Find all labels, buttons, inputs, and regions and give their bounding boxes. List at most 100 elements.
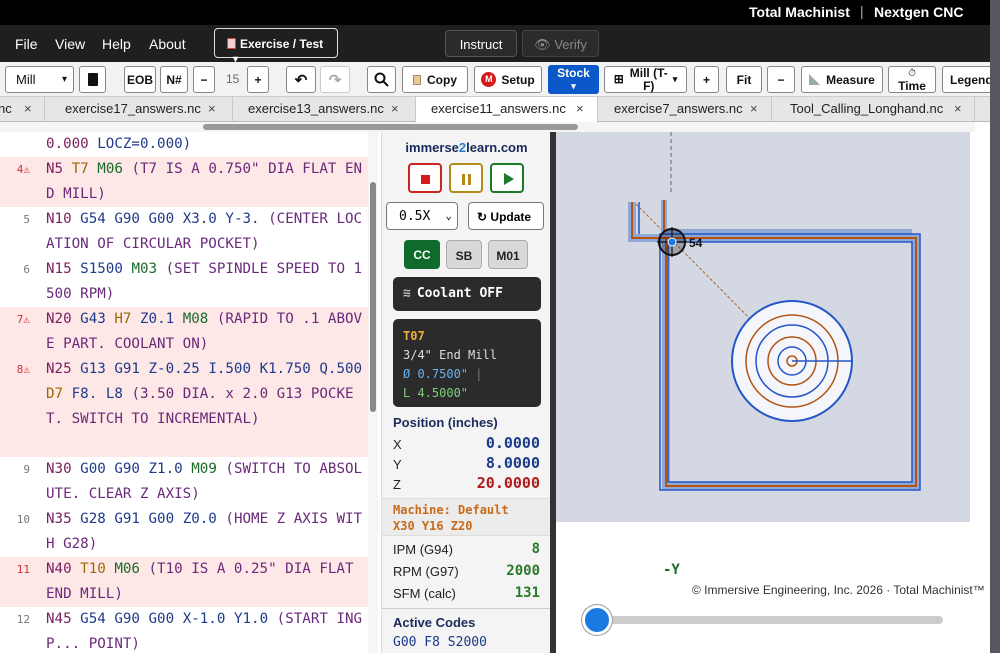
copy-button[interactable]: Copy <box>402 66 468 93</box>
zoom-in-button[interactable]: + <box>694 66 719 93</box>
chevron-down-icon: ▾ <box>61 74 67 85</box>
update-button[interactable]: ↻ Update <box>468 202 544 230</box>
close-icon[interactable]: × <box>576 101 584 116</box>
tab-partial[interactable]: nc × <box>0 97 45 121</box>
menu-view[interactable]: View <box>55 36 85 52</box>
brand-part: learn.com <box>466 140 528 155</box>
tab-exercise17[interactable]: exercise17_answers.nc × <box>45 97 233 121</box>
code-line[interactable]: 6 N15 S1500 M03 (SET SPINDLE SPEED TO 150… <box>0 257 368 307</box>
play-button[interactable] <box>490 163 524 193</box>
tab-tool-calling[interactable]: Tool_Calling_Longhand.nc × <box>772 97 975 121</box>
close-icon[interactable]: × <box>391 101 399 116</box>
brand-link[interactable]: immerse2learn.com <box>382 140 551 155</box>
code-line[interactable]: 5 N10 G54 G90 G00 X3.0 Y-3. (CENTER LOCAT… <box>0 207 368 257</box>
code-text: N5 T7 M06 (T7 IS A 0.750" DIA FLAT END M… <box>46 161 363 202</box>
instruct-button[interactable]: Instruct <box>445 30 517 57</box>
exercise-test-label: Exercise / Test <box>240 37 324 51</box>
code-line[interactable]: 9 N30 G00 G90 Z1.0 M09 (SWITCH TO ABSOLUT… <box>0 457 368 507</box>
increment-button[interactable]: + <box>247 66 269 93</box>
increment-label: + <box>254 72 262 87</box>
eob-button[interactable]: EOB <box>124 66 156 93</box>
fit-button[interactable]: Fit <box>726 66 762 93</box>
sfm-label: SFM (calc) <box>393 586 456 601</box>
legend-button[interactable]: Legend <box>942 66 990 93</box>
tool-diameter: Ø 0.7500" <box>403 367 469 381</box>
menu-help[interactable]: Help <box>102 36 131 52</box>
tab-exercise11[interactable]: exercise11_answers.nc × <box>416 97 598 122</box>
setup-button[interactable]: M Setup <box>474 66 542 93</box>
sb-toggle[interactable]: SB <box>446 240 482 269</box>
m01-toggle[interactable]: M01 <box>488 240 528 269</box>
undo-icon: ↶ <box>294 71 308 89</box>
close-icon[interactable]: × <box>208 101 216 116</box>
zoom-in-label: + <box>702 72 710 87</box>
tab-exercise7[interactable]: exercise7_answers.nc × <box>598 97 772 121</box>
title-bar: Total Machinist | Nextgen CNC <box>0 0 990 25</box>
rpm-label: RPM (G97) <box>393 564 459 579</box>
stock-button[interactable]: Stock ▾ <box>548 65 599 94</box>
code-text: N15 S1500 M03 (SET SPINDLE SPEED TO 1500… <box>46 261 363 302</box>
verify-button[interactable]: 👁 Verify <box>522 30 599 57</box>
toolbar: Mill ▾ EOB N# − 15 + ↶ ↷ Copy M Setup Stoc… <box>0 62 990 97</box>
new-file-button[interactable] <box>79 66 106 93</box>
decrement-label: − <box>200 72 208 87</box>
code-line[interactable]: 11 N40 T10 M06 (T10 IS A 0.25" DIA FLAT E… <box>0 557 368 607</box>
undo-button[interactable]: ↶ <box>286 66 316 93</box>
tab-label: exercise17_answers.nc <box>65 101 201 116</box>
close-icon[interactable]: × <box>954 101 962 116</box>
playback-slider-track[interactable] <box>598 616 943 624</box>
code-line[interactable]: 0.000 LOCZ=0.000) <box>0 132 368 157</box>
y-value: 8.0000 <box>485 454 540 472</box>
code-line[interactable]: 12 N45 G54 G90 G00 X-1.0 Y1.0 (START ING … <box>0 607 368 653</box>
speed-select[interactable]: 0.5X ⌄ <box>386 202 458 230</box>
stopwatch-icon: ⏱ <box>908 67 916 79</box>
time-label: Time <box>898 78 926 93</box>
code-editor[interactable]: 12 N45 G54 G90 G00 X-1.0 Y1.0 (START ING … <box>0 132 378 653</box>
zoom-out-button[interactable]: − <box>767 66 795 93</box>
decrement-button[interactable]: − <box>193 66 215 93</box>
time-button[interactable]: ⏱ Time <box>888 66 936 93</box>
search-button[interactable] <box>367 66 396 93</box>
code-text: N25 G13 G91 Z-0.25 I.500 K1.750 Q.500 D7… <box>46 361 363 427</box>
grid-icon: ⊞ <box>613 72 624 86</box>
sfm-value: 131 <box>514 585 540 601</box>
line-number: 9 <box>23 463 30 476</box>
tab-label: nc <box>0 101 12 116</box>
toolpath-viewport[interactable]: 54 -Y © Immersive Engineering, Inc. 2026… <box>556 132 990 653</box>
close-icon[interactable]: × <box>24 101 32 116</box>
tool-diameter-row: Ø 0.7500" | <box>403 365 541 384</box>
menu-about[interactable]: About <box>149 36 186 52</box>
machine-select[interactable]: Mill ▾ <box>5 66 74 93</box>
line-number: 7⚠ <box>16 313 30 326</box>
scrollbar-thumb[interactable] <box>203 124 578 130</box>
redo-button[interactable]: ↷ <box>320 66 350 93</box>
cc-toggle[interactable]: CC <box>404 240 440 269</box>
mill-view-select[interactable]: ⊞ Mill (T-F) ▾ <box>604 66 687 93</box>
exercise-test-button[interactable]: Exercise / Test ▾ <box>214 28 338 65</box>
close-icon[interactable]: × <box>750 101 758 116</box>
x-value: 0.0000 <box>485 434 540 452</box>
toolpath-canvas[interactable] <box>556 132 990 653</box>
n-number-button[interactable]: N# <box>160 66 188 93</box>
scrollbar-thumb[interactable] <box>370 182 376 412</box>
code-line[interactable]: 7⚠ N20 G43 H7 Z0.1 M08 (RAPID TO .1 ABOVE… <box>0 307 368 357</box>
code-line[interactable]: 8⚠ N25 G13 G91 Z-0.25 I.500 K1.750 Q.500 … <box>0 357 368 457</box>
code-line[interactable]: 4⚠ N5 T7 M06 (T7 IS A 0.750" DIA FLAT END… <box>0 157 368 207</box>
tab-scrollbar[interactable] <box>0 122 975 132</box>
code-line[interactable]: 10 N35 G28 G91 G00 Z0.0 (HOME Z AXIS WITH… <box>0 507 368 557</box>
editor-scrollbar[interactable] <box>368 132 378 653</box>
menu-file[interactable]: File <box>15 36 38 52</box>
measure-button[interactable]: Measure <box>801 66 883 93</box>
ipm-value: 8 <box>531 541 540 557</box>
app-window: Total Machinist | Nextgen CNC File View … <box>0 0 990 653</box>
search-icon <box>374 72 389 87</box>
instruct-label: Instruct <box>459 37 503 52</box>
code-text: N30 G00 G90 Z1.0 M09 (SWITCH TO ABSOLUTE… <box>46 461 363 502</box>
playback-slider-handle[interactable] <box>582 605 612 635</box>
tab-exercise13[interactable]: exercise13_answers.nc × <box>233 97 416 121</box>
stop-button[interactable] <box>408 163 442 193</box>
z-value: 20.0000 <box>476 474 540 492</box>
pause-button[interactable] <box>449 163 483 193</box>
active-codes-value: G00 F8 S2000 <box>393 635 487 650</box>
line-number: 11 <box>16 563 30 576</box>
